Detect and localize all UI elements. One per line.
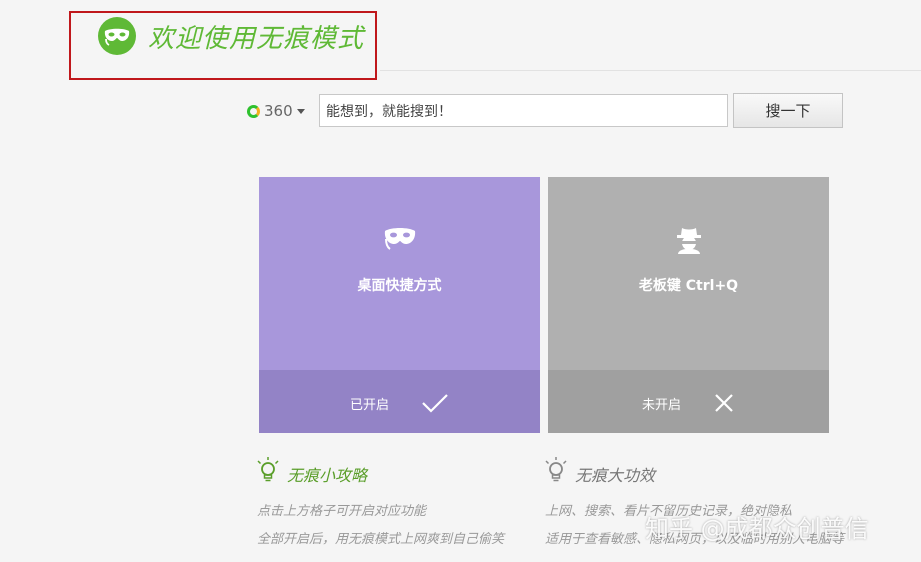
boss-key-tile[interactable]: 老板键 Ctrl+Q 未开启 xyxy=(548,177,829,433)
tile-status-label: 未开启 xyxy=(641,397,681,413)
tips-line: 点击上方格子可开启对应功能 xyxy=(257,504,427,519)
check-icon xyxy=(422,394,448,413)
search-input[interactable] xyxy=(319,94,728,127)
tips-title: 无痕小攻略 xyxy=(287,466,368,485)
tile-status-bar: 已开启 xyxy=(259,370,540,433)
search-engine-selector[interactable]: 360 xyxy=(247,100,305,122)
boss-key-icon xyxy=(676,228,701,254)
search-button[interactable]: 搜一下 xyxy=(733,93,843,128)
tips-line: 全部开启后，用无痕模式上网爽到自己偷笑 xyxy=(257,532,505,547)
header-divider xyxy=(380,70,921,71)
lightbulb-icon xyxy=(257,457,279,482)
tile-title: 老板键 Ctrl+Q xyxy=(638,278,739,294)
engine-logo-icon xyxy=(247,104,260,118)
title-highlight-box xyxy=(69,11,377,80)
lightbulb-icon xyxy=(545,457,567,482)
mask-icon xyxy=(384,228,415,250)
tile-status-label: 已开启 xyxy=(349,397,389,413)
close-icon xyxy=(715,394,733,412)
desktop-shortcut-tile[interactable]: 桌面快捷方式 已开启 xyxy=(259,177,540,433)
chevron-down-icon xyxy=(296,108,305,114)
engine-name: 360 xyxy=(264,102,293,120)
watermark: 知乎 @成都众创普信 xyxy=(645,515,869,543)
benefits-title: 无痕大功效 xyxy=(575,466,656,485)
tile-status-bar: 未开启 xyxy=(548,370,829,433)
tile-title: 桌面快捷方式 xyxy=(357,278,442,294)
